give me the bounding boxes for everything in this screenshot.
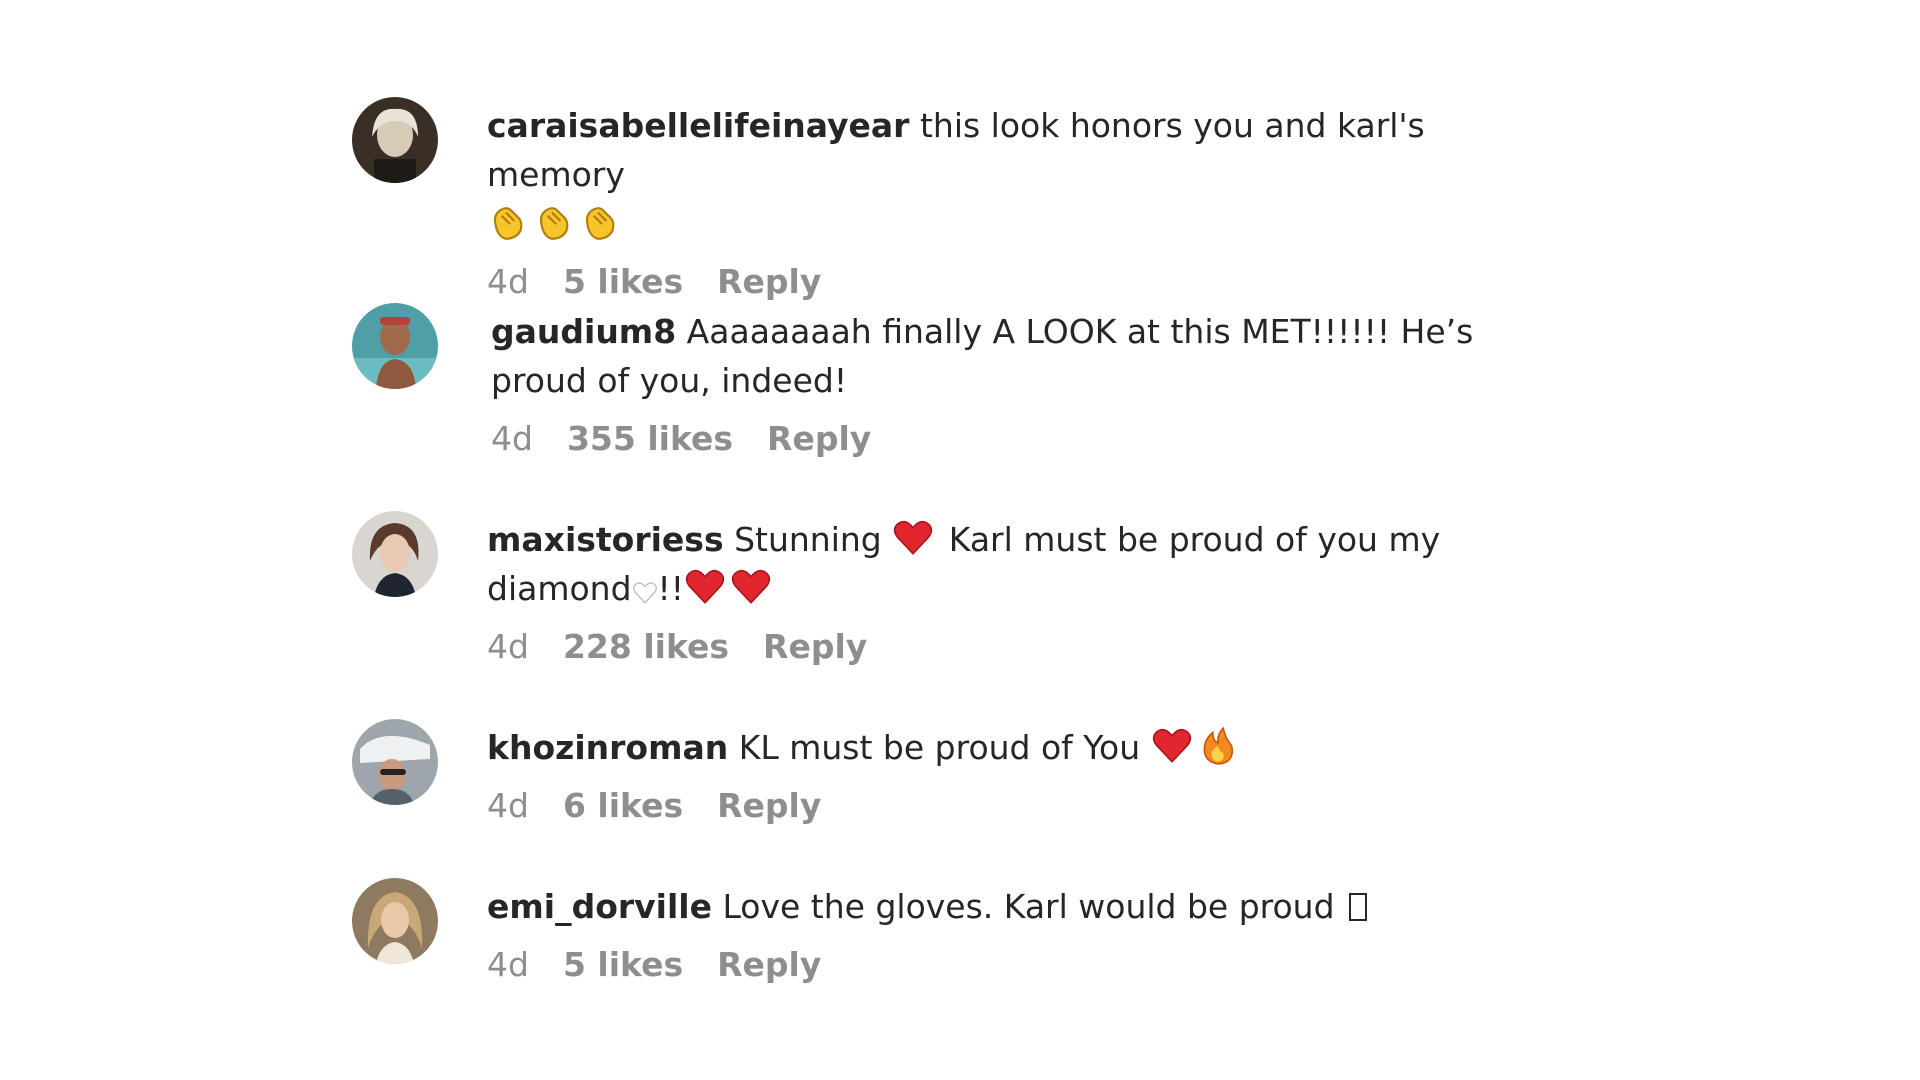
- white-heart-icon: [632, 578, 658, 608]
- comment-message: Love the gloves. Karl would be proud: [722, 887, 1335, 926]
- comment-text: gaudium8 Aaaaaaaah finally A LOOK at thi…: [491, 307, 1541, 405]
- comment-body: caraisabellelifeinayear this look honors…: [487, 101, 1537, 302]
- comment-text: khozinroman KL must be proud of You: [487, 723, 1537, 772]
- comment-meta: 4d 355 likes Reply: [491, 419, 1541, 459]
- clapping-hands-icon: [487, 201, 529, 243]
- comment-meta: 4d 5 likes Reply: [487, 262, 1537, 302]
- avatar[interactable]: [352, 303, 438, 389]
- comment-likes[interactable]: 355 likes: [567, 419, 733, 459]
- comment-meta: 4d 6 likes Reply: [487, 786, 1537, 826]
- comment-body: khozinroman KL must be proud of You 4d 6…: [487, 723, 1537, 826]
- comment-likes[interactable]: 5 likes: [563, 262, 683, 302]
- comment-username[interactable]: emi_dorville: [487, 887, 712, 926]
- comment-time: 4d: [491, 419, 533, 458]
- red-heart-icon: [684, 566, 726, 608]
- comment-username[interactable]: khozinroman: [487, 728, 728, 767]
- comment-body: gaudium8 Aaaaaaaah finally A LOOK at thi…: [491, 307, 1541, 459]
- comment-message: Stunning: [734, 520, 882, 559]
- comment-username[interactable]: gaudium8: [491, 312, 676, 351]
- reply-button[interactable]: Reply: [763, 627, 867, 667]
- red-heart-icon: [730, 566, 772, 608]
- comment-body: emi_dorville Love the gloves. Karl would…: [487, 882, 1537, 985]
- reply-button[interactable]: Reply: [767, 419, 871, 459]
- comment-likes[interactable]: 5 likes: [563, 945, 683, 985]
- avatar[interactable]: [352, 878, 438, 964]
- clapping-hands-icon: [533, 201, 575, 243]
- comment-text: emi_dorville Love the gloves. Karl would…: [487, 882, 1537, 931]
- missing-glyph-icon: [1349, 893, 1368, 921]
- comment-message: KL must be proud of You: [738, 728, 1141, 767]
- reply-button[interactable]: Reply: [717, 262, 821, 302]
- avatar[interactable]: [352, 97, 438, 183]
- comment-meta: 4d 228 likes Reply: [487, 627, 1537, 667]
- comment-likes[interactable]: 6 likes: [563, 786, 683, 826]
- comment-text: maxistoriess Stunning Karl must be proud…: [487, 515, 1537, 613]
- avatar[interactable]: [352, 511, 438, 597]
- comment-time: 4d: [487, 262, 529, 301]
- comment-time: 4d: [487, 627, 529, 666]
- comment-username[interactable]: caraisabellelifeinayear: [487, 106, 909, 145]
- comment-time: 4d: [487, 786, 529, 825]
- avatar[interactable]: [352, 719, 438, 805]
- red-heart-icon: [1151, 725, 1193, 767]
- comment-message: !!: [657, 569, 685, 608]
- reply-button[interactable]: Reply: [717, 945, 821, 985]
- clapping-hands-icon: [579, 201, 621, 243]
- comment-text: caraisabellelifeinayear this look honors…: [487, 101, 1537, 248]
- comment-body: maxistoriess Stunning Karl must be proud…: [487, 515, 1537, 667]
- red-heart-icon: [892, 517, 934, 559]
- reply-button[interactable]: Reply: [717, 786, 821, 826]
- comment-username[interactable]: maxistoriess: [487, 520, 724, 559]
- comment-meta: 4d 5 likes Reply: [487, 945, 1537, 985]
- comment-likes[interactable]: 228 likes: [563, 627, 729, 667]
- fire-icon: [1197, 725, 1239, 767]
- comment-time: 4d: [487, 945, 529, 984]
